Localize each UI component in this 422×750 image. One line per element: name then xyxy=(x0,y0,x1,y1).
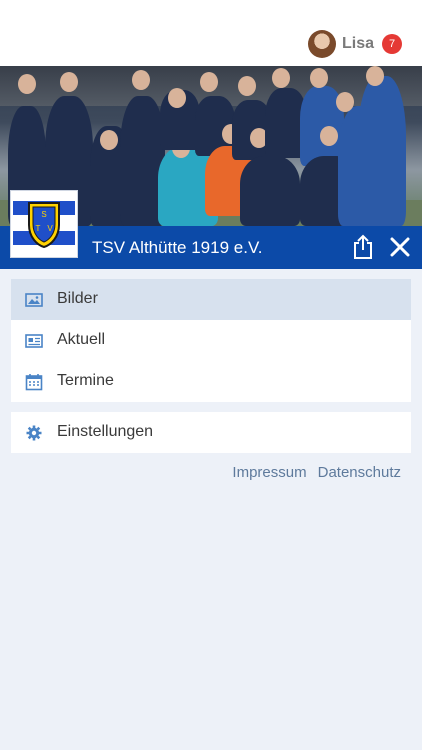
settings-menu: Einstellungen xyxy=(11,412,411,453)
impressum-link[interactable]: Impressum xyxy=(232,464,306,481)
photo-player-head xyxy=(60,72,78,92)
menu-item-label: Aktuell xyxy=(57,331,106,348)
photo-player xyxy=(358,76,406,226)
photo-player-head xyxy=(132,70,150,90)
share-icon[interactable] xyxy=(352,234,374,260)
photo-player-head xyxy=(336,92,354,112)
svg-text:T: T xyxy=(36,224,41,233)
close-icon[interactable] xyxy=(389,236,411,258)
menu-item-bilder[interactable]: Bilder xyxy=(11,279,411,320)
photo-player-head xyxy=(310,68,328,88)
photo-player-head xyxy=(18,74,36,94)
photo-player-head xyxy=(168,88,186,108)
datenschutz-link[interactable]: Datenschutz xyxy=(318,464,401,481)
club-title: TSV Althütte 1919 e.V. xyxy=(92,238,263,257)
photo-player-head xyxy=(366,66,384,86)
menu-item-label: Termine xyxy=(57,372,114,389)
svg-text:V: V xyxy=(47,224,53,233)
menu-item-aktuell[interactable]: Aktuell xyxy=(11,320,411,361)
footer-links: Impressum Datenschutz xyxy=(232,464,401,481)
notification-badge[interactable]: 7 xyxy=(382,34,402,54)
photo-player-head xyxy=(200,72,218,92)
user-menu[interactable]: Lisa 7 xyxy=(307,30,402,58)
club-logo: S T V xyxy=(10,190,78,258)
menu-item-termine[interactable]: Termine xyxy=(11,361,411,402)
image-icon xyxy=(25,291,43,309)
avatar[interactable] xyxy=(307,30,336,58)
gear-icon xyxy=(25,424,43,442)
photo-player-head xyxy=(238,76,256,96)
main-menu: Bilder Aktuell Termine xyxy=(11,279,411,402)
svg-text:S: S xyxy=(41,210,46,219)
photo-player-head xyxy=(320,126,338,146)
photo-player-head xyxy=(272,68,290,88)
news-icon xyxy=(25,332,43,350)
photo-player-head xyxy=(100,130,118,150)
top-bar: Lisa 7 xyxy=(0,0,422,66)
menu-item-einstellungen[interactable]: Einstellungen xyxy=(11,412,411,453)
menu-item-label: Bilder xyxy=(57,290,98,307)
user-name[interactable]: Lisa xyxy=(342,35,374,53)
menu-item-label: Einstellungen xyxy=(57,423,154,440)
calendar-icon xyxy=(25,373,43,391)
photo-player xyxy=(240,156,300,226)
